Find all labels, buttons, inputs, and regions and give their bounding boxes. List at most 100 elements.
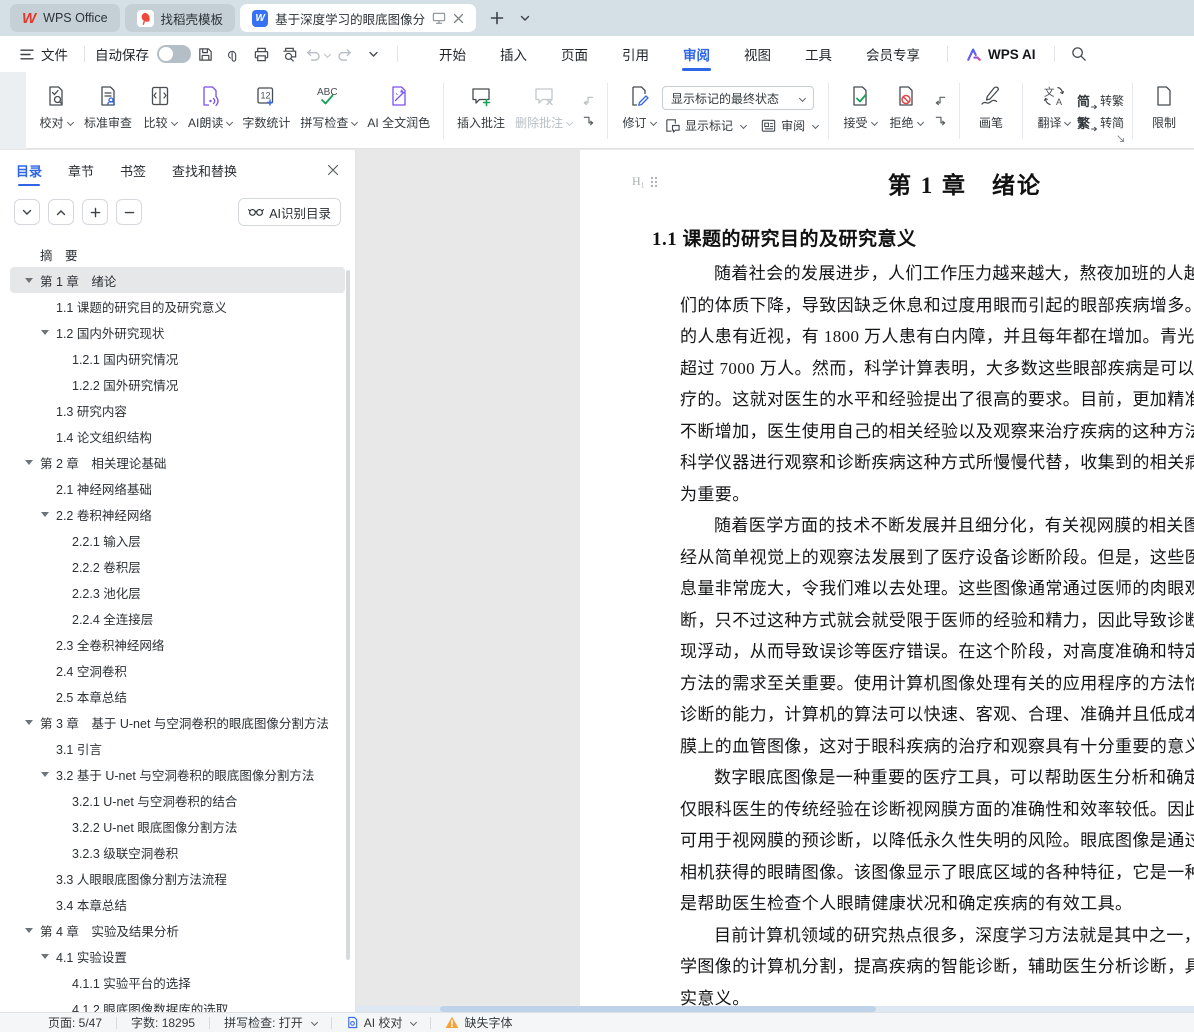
- toc-item[interactable]: 2.5 本章总结: [10, 683, 345, 709]
- quickbar-more-chevron-icon[interactable]: [359, 41, 387, 67]
- save-button[interactable]: [191, 41, 219, 67]
- caret-down-icon[interactable]: [41, 954, 49, 959]
- toc-item[interactable]: 2.2.4 全连接层: [10, 605, 345, 631]
- autosave-toggle[interactable]: [157, 45, 191, 63]
- sidebar-tab-chapters[interactable]: 章节: [68, 150, 94, 190]
- toc-item[interactable]: 摘 要: [10, 241, 345, 267]
- toc-item[interactable]: 3.1 引言: [10, 735, 345, 761]
- toc-item[interactable]: 1.2 国内外研究现状: [10, 319, 345, 345]
- menu-tab-reference[interactable]: 引用: [605, 36, 666, 72]
- toc-item[interactable]: 4.1 实验设置: [10, 943, 345, 969]
- word-count-button[interactable]: 12 字数统计: [237, 77, 295, 145]
- toc-item[interactable]: 2.2.3 池化层: [10, 579, 345, 605]
- undo-dropdown-icon[interactable]: [324, 50, 331, 57]
- show-markup-button[interactable]: 显示标记: [662, 114, 748, 136]
- spell-check-button[interactable]: ABC 拼写检查: [295, 77, 362, 145]
- ai-recognize-toc-button[interactable]: AI识别目录: [238, 198, 341, 226]
- simplified-to-traditional-button[interactable]: 简 转繁: [1077, 91, 1124, 110]
- new-tab-button[interactable]: [485, 6, 509, 30]
- tab-docer-templates[interactable]: 找稻壳模板: [125, 4, 236, 32]
- toc-item[interactable]: 第 1 章 绪论: [10, 267, 345, 293]
- reject-revision-button[interactable]: 拒绝: [883, 77, 929, 145]
- toc-item[interactable]: 1.1 课题的研究目的及研究意义: [10, 293, 345, 319]
- sidebar-tab-bookmarks[interactable]: 书签: [120, 150, 146, 190]
- accept-revision-button[interactable]: 接受: [837, 77, 883, 145]
- collapse-item-button[interactable]: [48, 199, 74, 225]
- translate-button[interactable]: 文A 翻译: [1031, 77, 1077, 145]
- caret-down-icon[interactable]: [41, 772, 49, 777]
- toc-item[interactable]: 2.2.1 输入层: [10, 527, 345, 553]
- toc-item[interactable]: 1.2.1 国内研究情况: [10, 345, 345, 371]
- toc-item[interactable]: 3.2.1 U-net 与空洞卷积的结合: [10, 787, 345, 813]
- toc-item[interactable]: 3.2 基于 U-net 与空洞卷积的眼底图像分割方法: [10, 761, 345, 787]
- toc-item[interactable]: 4.1.1 实验平台的选择: [10, 969, 345, 995]
- toc-item[interactable]: 4.1.2 眼底图像数据库的选取: [10, 995, 345, 1012]
- search-icon[interactable]: [1065, 41, 1093, 67]
- track-changes-button[interactable]: 修订: [616, 77, 662, 145]
- caret-down-icon[interactable]: [41, 512, 49, 517]
- proofread-button[interactable]: 校对: [33, 77, 79, 145]
- ai-read-aloud-button[interactable]: AI朗读: [183, 77, 237, 145]
- wps-ai-button[interactable]: WPS AI: [958, 47, 1044, 62]
- tab-document[interactable]: W 基于深度学习的眼底图像分割: [240, 4, 476, 32]
- toc-item[interactable]: 3.2.3 级联空洞卷积: [10, 839, 345, 865]
- close-tab-icon[interactable]: [453, 13, 464, 24]
- toc-item[interactable]: 第 2 章 相关理论基础: [10, 449, 345, 475]
- caret-down-icon[interactable]: [25, 278, 33, 283]
- ai-polish-button[interactable]: AI 全文润色: [362, 77, 435, 145]
- toc-item[interactable]: 3.2.2 U-net 眼底图像分割方法: [10, 813, 345, 839]
- tab-wps-office[interactable]: W WPS Office: [10, 4, 120, 32]
- menu-tab-view[interactable]: 视图: [727, 36, 788, 72]
- screen-share-icon[interactable]: [432, 12, 446, 25]
- undo-button[interactable]: [303, 41, 331, 67]
- menu-tab-review[interactable]: 审阅: [666, 36, 727, 72]
- previous-revision-button[interactable]: [931, 94, 949, 108]
- ai-proofread-status[interactable]: AI 校对: [346, 1014, 417, 1031]
- next-comment-button[interactable]: [579, 114, 597, 128]
- toc-item[interactable]: 2.2.2 卷积层: [10, 553, 345, 579]
- toc-item[interactable]: 1.4 论文组织结构: [10, 423, 345, 449]
- close-sidebar-icon[interactable]: [327, 164, 339, 176]
- expand-all-button[interactable]: [82, 199, 108, 225]
- sidebar-scrollbar[interactable]: [346, 270, 350, 960]
- redo-button[interactable]: [331, 41, 359, 67]
- print-button[interactable]: [247, 41, 275, 67]
- export-pdf-button[interactable]: [219, 41, 247, 67]
- restrict-editing-button[interactable]: 限制: [1141, 77, 1187, 145]
- menu-tab-tools[interactable]: 工具: [788, 36, 849, 72]
- tab-list-chevron-icon[interactable]: [513, 6, 537, 30]
- standard-review-button[interactable]: 标准审查: [79, 77, 137, 145]
- traditional-to-simplified-button[interactable]: 繁 转简: [1077, 113, 1124, 132]
- toc-item[interactable]: 1.2.2 国外研究情况: [10, 371, 345, 397]
- sidebar-tab-find-replace[interactable]: 查找和替换: [172, 150, 237, 190]
- caret-down-icon[interactable]: [25, 720, 33, 725]
- caret-down-icon[interactable]: [25, 928, 33, 933]
- next-revision-button[interactable]: [931, 114, 949, 128]
- drag-handle-icon[interactable]: [650, 176, 658, 188]
- menu-tab-start[interactable]: 开始: [422, 36, 483, 72]
- dialog-launcher-icon[interactable]: [1117, 135, 1125, 143]
- review-pane-button[interactable]: 审阅: [758, 114, 820, 136]
- toc-item[interactable]: 1.3 研究内容: [10, 397, 345, 423]
- document-page[interactable]: H₁ 第 1 章 绪论 1.1 课题的研究目的及研究意义 随着社会的发展进步，人…: [580, 150, 1194, 1012]
- sidebar-tab-contents[interactable]: 目录: [16, 150, 42, 190]
- toc-item[interactable]: 3.3 人眼眼底图像分割方法流程: [10, 865, 345, 891]
- caret-down-icon[interactable]: [25, 460, 33, 465]
- toc-item[interactable]: 3.4 本章总结: [10, 891, 345, 917]
- compare-button[interactable]: 比较: [137, 77, 183, 145]
- insert-comment-button[interactable]: 插入批注: [452, 77, 510, 145]
- ink-brush-button[interactable]: 画笔: [968, 77, 1014, 145]
- spellcheck-status[interactable]: 拼写检查: 打开: [224, 1014, 317, 1031]
- caret-down-icon[interactable]: [41, 330, 49, 335]
- toc-item[interactable]: 第 4 章 实验及结果分析: [10, 917, 345, 943]
- toc-item[interactable]: 2.4 空洞卷积: [10, 657, 345, 683]
- collapse-all-button[interactable]: [116, 199, 142, 225]
- file-menu[interactable]: 文件: [14, 44, 74, 64]
- menu-tab-member[interactable]: 会员专享: [849, 36, 937, 72]
- toc-item[interactable]: 2.3 全卷积神经网络: [10, 631, 345, 657]
- toc-item[interactable]: 2.1 神经网络基础: [10, 475, 345, 501]
- missing-font-warning[interactable]: 缺失字体: [445, 1014, 512, 1031]
- toc-item[interactable]: 第 3 章 基于 U-net 与空洞卷积的眼底图像分割方法: [10, 709, 345, 735]
- markup-state-select[interactable]: 显示标记的最终状态: [662, 86, 814, 110]
- heading-block-controls[interactable]: H₁: [632, 174, 658, 189]
